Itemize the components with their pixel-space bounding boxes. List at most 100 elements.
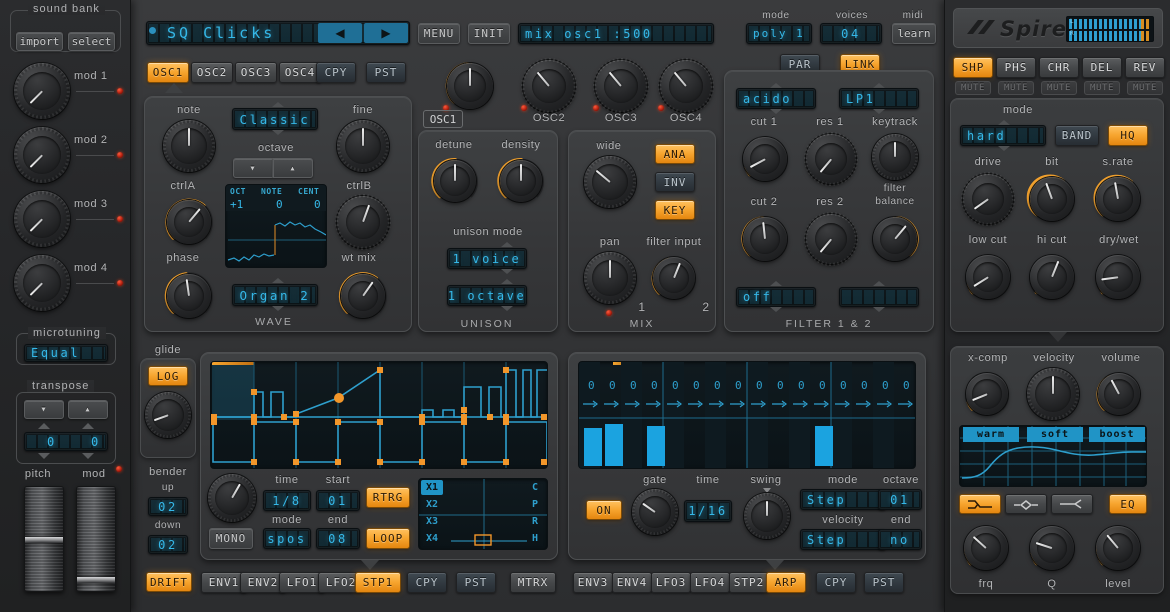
mute-del-button[interactable]: MUTE bbox=[1084, 81, 1120, 95]
volume-knob[interactable] bbox=[1093, 368, 1145, 420]
osc-octave-up-button[interactable]: ▴ bbox=[273, 158, 313, 178]
step-seq-copy-button[interactable]: CPY bbox=[407, 572, 447, 593]
eq-highshelf-button[interactable] bbox=[1051, 494, 1093, 514]
midi-learn-button[interactable]: learn bbox=[892, 23, 936, 44]
xrow-x2[interactable]: X2 bbox=[421, 497, 443, 512]
mute-phs-button[interactable]: MUTE bbox=[998, 81, 1034, 95]
osc4-mix-knob[interactable] bbox=[658, 58, 714, 114]
microtuning-value[interactable]: Equal bbox=[24, 344, 108, 362]
eq-peak-button[interactable] bbox=[1005, 494, 1047, 514]
osc1-mix-knob[interactable] bbox=[442, 58, 498, 114]
transpose-oct-up-arrow[interactable] bbox=[38, 423, 50, 429]
xcomp-knob[interactable] bbox=[961, 368, 1013, 420]
ctrlb-knob[interactable] bbox=[335, 194, 391, 250]
filter-routing-display[interactable]: off bbox=[736, 287, 816, 307]
drywet-knob[interactable] bbox=[1091, 250, 1145, 304]
transpose-oct-down-arrow[interactable] bbox=[38, 453, 50, 459]
transpose-values[interactable]: 0 0 bbox=[24, 432, 108, 451]
eq-frq-knob[interactable] bbox=[959, 521, 1013, 575]
unison-octave-down-arrow[interactable] bbox=[501, 306, 513, 311]
curve-c-button[interactable]: C bbox=[526, 480, 544, 495]
wavetable-up-arrow[interactable] bbox=[272, 278, 284, 283]
curve-r-button[interactable]: R bbox=[526, 514, 544, 529]
osc3-mix-knob[interactable] bbox=[593, 58, 649, 114]
tab-lfo3[interactable]: LFO3 bbox=[651, 572, 691, 593]
bender-up-value[interactable]: 02 bbox=[148, 497, 188, 516]
step-seq-end-display[interactable]: 08 bbox=[316, 528, 360, 549]
drive-knob[interactable] bbox=[961, 172, 1015, 226]
unison-voice-up-arrow[interactable] bbox=[501, 242, 513, 247]
fx-mode-display[interactable]: hard bbox=[960, 125, 1046, 146]
wide-knob[interactable] bbox=[584, 156, 636, 208]
osc2-mix-knob[interactable] bbox=[521, 58, 577, 114]
filter-extra-down-arrow[interactable] bbox=[873, 307, 885, 312]
bit-knob[interactable] bbox=[1025, 172, 1079, 226]
key-button[interactable]: KEY bbox=[655, 200, 695, 220]
fine-knob[interactable] bbox=[337, 120, 389, 172]
step-seq-loop-button[interactable]: LOOP bbox=[366, 528, 410, 549]
curve-p-button[interactable]: P bbox=[526, 497, 544, 512]
filter-routing-down-arrow[interactable] bbox=[770, 307, 782, 312]
inv-button[interactable]: INV bbox=[655, 172, 695, 192]
ana-button[interactable]: ANA bbox=[655, 144, 695, 164]
mute-shp-button[interactable]: MUTE bbox=[955, 81, 991, 95]
wavetable-display[interactable]: Organ 2 bbox=[232, 284, 318, 306]
tab-arp[interactable]: ARP bbox=[766, 572, 806, 593]
density-knob[interactable] bbox=[494, 154, 548, 208]
unison-octave-display[interactable]: 1 octave bbox=[447, 285, 527, 306]
tab-osc4[interactable]: OSC4 bbox=[279, 62, 321, 83]
hicut-knob[interactable] bbox=[1025, 250, 1079, 304]
preset-next-button[interactable]: ▶ bbox=[364, 23, 408, 43]
step-seq-time-display[interactable]: 1/8 bbox=[263, 490, 311, 511]
curve-h-button[interactable]: H bbox=[526, 531, 544, 546]
transpose-semi-down-arrow[interactable] bbox=[82, 453, 94, 459]
wave-algo-up-arrow[interactable] bbox=[272, 102, 284, 107]
velocity-knob[interactable] bbox=[1027, 368, 1079, 420]
select-button[interactable]: select bbox=[68, 32, 115, 51]
ctrla-knob[interactable] bbox=[161, 194, 217, 250]
eq-preset-boost[interactable]: boost bbox=[1089, 427, 1145, 442]
tab-osc3[interactable]: OSC3 bbox=[235, 62, 277, 83]
mod-2-knob[interactable] bbox=[14, 127, 70, 183]
osc-copy-button[interactable]: CPY bbox=[316, 62, 356, 83]
tab-lfo4[interactable]: LFO4 bbox=[690, 572, 730, 593]
hq-button[interactable]: HQ bbox=[1108, 125, 1148, 146]
step-seq-display[interactable] bbox=[210, 361, 548, 469]
filter-input-knob[interactable] bbox=[648, 252, 700, 304]
tab-fx-shp[interactable]: SHP bbox=[953, 57, 993, 78]
osc-paste-button[interactable]: PST bbox=[366, 62, 406, 83]
wave-algo-display[interactable]: Classic bbox=[232, 108, 318, 130]
step-seq-mode-display[interactable]: spos bbox=[263, 528, 311, 549]
transpose-semi-up-arrow[interactable] bbox=[82, 423, 94, 429]
transpose-down-button[interactable]: ▾ bbox=[24, 400, 64, 419]
eq-q-knob[interactable] bbox=[1025, 521, 1079, 575]
filter1-type-down-arrow[interactable] bbox=[770, 109, 782, 114]
wtmix-knob[interactable] bbox=[335, 268, 391, 324]
filter2-type-display[interactable]: LP1 bbox=[839, 88, 919, 109]
tab-stp2[interactable]: STP2 bbox=[729, 572, 769, 593]
mod-1-knob[interactable] bbox=[14, 63, 70, 119]
tab-fx-chr[interactable]: CHR bbox=[1039, 57, 1079, 78]
arp-velocity-display[interactable]: Step bbox=[800, 529, 886, 550]
phase-knob[interactable] bbox=[161, 268, 217, 324]
xrow-x1[interactable]: X1 bbox=[421, 480, 443, 495]
detune-knob[interactable] bbox=[428, 154, 482, 208]
tab-fx-rev[interactable]: REV bbox=[1125, 57, 1165, 78]
arp-octave-display[interactable]: 01 bbox=[878, 489, 922, 510]
arp-paste-button[interactable]: PST bbox=[864, 572, 904, 593]
preset-prev-button[interactable]: ◀ bbox=[318, 23, 362, 43]
arp-on-button[interactable]: ON bbox=[586, 500, 622, 520]
wave-algo-down-arrow[interactable] bbox=[272, 130, 284, 135]
menu-button[interactable]: MENU bbox=[418, 23, 460, 44]
keytrack-knob[interactable] bbox=[872, 134, 918, 180]
filter-extra-display[interactable] bbox=[839, 287, 919, 307]
init-button[interactable]: INIT bbox=[468, 23, 510, 44]
tab-osc2[interactable]: OSC2 bbox=[191, 62, 233, 83]
eq-lowshelf-button[interactable] bbox=[959, 494, 1001, 514]
unison-octave-up-arrow[interactable] bbox=[501, 279, 513, 284]
wave-scope[interactable]: OCT NOTE CENT +1 0 0 bbox=[225, 184, 327, 268]
tab-fx-phs[interactable]: PHS bbox=[996, 57, 1036, 78]
filter-extra-up-arrow[interactable] bbox=[873, 281, 885, 286]
tab-env3[interactable]: ENV3 bbox=[573, 572, 613, 593]
arp-time-display[interactable]: 1/16 bbox=[684, 500, 732, 522]
